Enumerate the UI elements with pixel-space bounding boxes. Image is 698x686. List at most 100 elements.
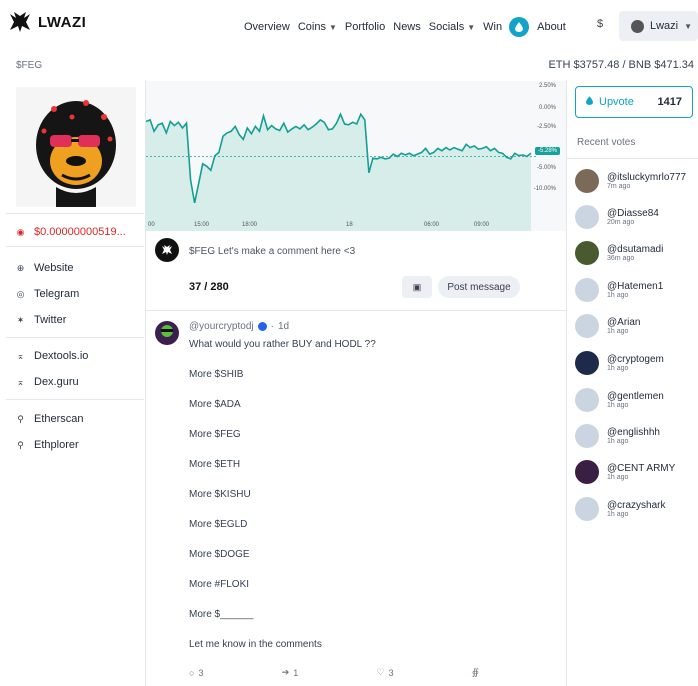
post-text-line: Let me know in the comments [189, 639, 322, 650]
voter-item[interactable]: @Arian 1h ago [575, 314, 641, 338]
link-etherscan[interactable]: ⚲ Etherscan [16, 413, 83, 425]
price-chart[interactable]: 2.50% 0.00% -2.50% -5.00% -10.00% -5.28%… [146, 81, 566, 231]
price-icon: ◉ [16, 226, 25, 237]
link-ethplorer[interactable]: ⚲ Ethplorer [16, 439, 79, 451]
voter-name: @Diasse84 [607, 208, 659, 219]
link-dextools[interactable]: ⌅ Dextools.io [16, 350, 89, 362]
link-dexguru[interactable]: ⌅ Dex.guru [16, 376, 79, 388]
nav-news[interactable]: News [393, 21, 421, 33]
voter-item[interactable]: @englishhh 1h ago [575, 424, 660, 448]
voter-name: @CENT ARMY [607, 463, 676, 474]
link-website[interactable]: ⊕ Website [16, 262, 74, 274]
price-chart-svg [146, 112, 536, 231]
share-button[interactable]: ➔ 1 [282, 667, 299, 678]
link-ethplorer-label: Ethplorer [34, 439, 79, 451]
post-text-line: More #FLOKI [189, 579, 250, 590]
search-icon: ⚲ [17, 439, 24, 450]
avatar[interactable] [155, 321, 179, 345]
avatar [575, 278, 599, 302]
voter-item[interactable]: @itsluckymrlo777 7m ago [575, 169, 686, 193]
globe-icon: ⊕ [16, 262, 25, 273]
voter-name: @englishhh [607, 427, 660, 438]
voter-time: 1h ago [607, 402, 629, 409]
post-text-line: More $DOGE [189, 549, 250, 560]
nav-overview-label: Overview [244, 21, 290, 33]
link-telegram[interactable]: ◎ Telegram [16, 288, 80, 300]
logo-text: LWAZI [38, 13, 87, 31]
divider [567, 158, 698, 159]
comment-input[interactable]: $FEG Let's make a comment here <3 [189, 246, 355, 257]
chart-icon: ⌅ [16, 350, 25, 361]
share-count: 1 [293, 667, 299, 678]
voter-name: @itsluckymrlo777 [607, 172, 687, 183]
voter-name: @Hatemen1 [607, 281, 664, 292]
nav-about-label: About [537, 21, 566, 33]
comment-count: 3 [198, 667, 204, 678]
arrow-icon: ➔ [281, 667, 290, 677]
link-twitter-label: Twitter [34, 314, 67, 326]
image-upload-button[interactable]: ▣ [402, 276, 432, 298]
post-text-line: More $FEG [189, 429, 241, 440]
post-actions: ○ 3 ➔ 1 ♡ 3 ∯ [189, 667, 479, 678]
upvote-label: Upvote [599, 96, 634, 108]
voter-item[interactable]: @Hatemen1 1h ago [575, 278, 663, 302]
y-tick: -10.00% [533, 186, 556, 192]
avatar [631, 19, 644, 33]
user-name: Lwazi [650, 20, 679, 32]
nav-coins[interactable]: Coins ▼ [298, 21, 337, 33]
voter-name: @cryptogem [607, 354, 664, 365]
logo-icon [10, 12, 30, 32]
link-telegram-label: Telegram [34, 288, 80, 300]
voter-time: 1h ago [607, 438, 629, 445]
token-price-value: $0.00000000519... [34, 226, 126, 238]
currency-button[interactable]: $ [597, 18, 603, 30]
nav-socials[interactable]: Socials ▼ [429, 21, 475, 33]
voter-item[interactable]: @CENT ARMY 1h ago [575, 460, 675, 484]
post-message-button[interactable]: Post message [438, 276, 520, 298]
voter-item[interactable]: @Diasse84 20m ago [575, 205, 659, 229]
x-tick: 09:00 [474, 222, 490, 228]
drop-icon [586, 96, 593, 108]
avatar [575, 497, 599, 521]
top-header: LWAZI Overview Coins ▼ Portfolio News Soc… [0, 0, 698, 50]
avatar [575, 351, 599, 375]
nav-portfolio[interactable]: Portfolio [345, 21, 385, 33]
avatar [575, 169, 599, 193]
voter-name: @gentlemen [607, 391, 664, 402]
logo[interactable]: LWAZI [6, 8, 86, 36]
more-share-button[interactable]: ∯ [472, 667, 479, 678]
nav-win[interactable]: Win [483, 17, 530, 37]
avatar [575, 460, 599, 484]
char-counter: 37 / 280 [189, 281, 229, 293]
like-button[interactable]: ♡ 3 [377, 667, 394, 678]
voter-time: 1h ago [607, 474, 629, 481]
search-icon: ⚲ [17, 413, 24, 424]
nav-about[interactable]: About [537, 21, 566, 33]
avatar [575, 205, 599, 229]
nav-win-label: Win [483, 21, 503, 33]
x-tick: 18:00 [242, 222, 258, 228]
divider [6, 337, 144, 338]
user-menu-button[interactable]: Lwazi ▼ [619, 11, 698, 41]
current-value-label: -5.28% [534, 147, 560, 155]
nav-socials-label: Socials [428, 21, 465, 33]
comment-button[interactable]: ○ 3 [189, 667, 203, 678]
post-age: 1d [277, 321, 290, 332]
upvote-button[interactable]: Upvote 1417 [575, 86, 693, 118]
voter-item[interactable]: @gentlemen 1h ago [575, 388, 664, 412]
voter-item[interactable]: @dsutamadi 36m ago [575, 241, 663, 265]
nav-portfolio-label: Portfolio [344, 21, 386, 33]
upvote-count: 1417 [657, 96, 682, 108]
nav-overview[interactable]: Overview [244, 21, 290, 33]
post-author[interactable]: @yourcryptodj [189, 321, 254, 332]
voter-item[interactable]: @crazyshark 1h ago [575, 497, 666, 521]
voter-item[interactable]: @cryptogem 1h ago [575, 351, 664, 375]
voter-time: 1h ago [607, 328, 629, 335]
heart-icon: ♡ [376, 667, 385, 677]
image-icon: ▣ [412, 281, 422, 292]
divider [6, 246, 144, 247]
link-twitter[interactable]: ✶ Twitter [16, 314, 67, 326]
chevron-down-icon: ▼ [467, 22, 476, 32]
y-tick: -2.50% [536, 124, 556, 130]
link-dextools-label: Dextools.io [34, 350, 89, 362]
